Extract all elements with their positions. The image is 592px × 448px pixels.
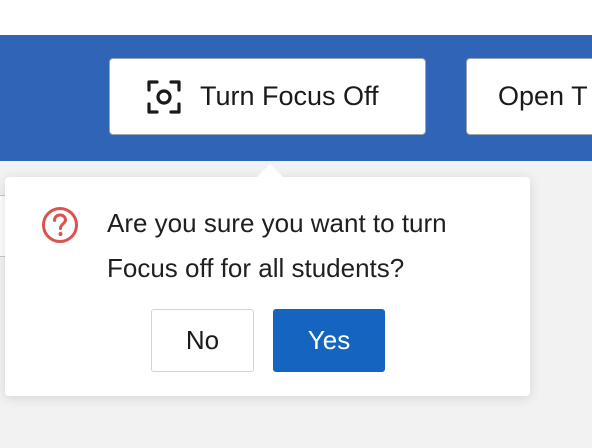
no-button[interactable]: No xyxy=(151,309,254,372)
popover-arrow xyxy=(256,164,284,178)
open-button-label: Open T xyxy=(498,81,588,111)
question-icon xyxy=(41,206,79,244)
confirm-popover: Are you sure you want to turn Focus off … xyxy=(5,164,530,396)
focus-icon xyxy=(146,79,182,115)
toolbar: Turn Focus Off Open T xyxy=(0,35,592,161)
turn-focus-off-button[interactable]: Turn Focus Off xyxy=(109,58,426,135)
yes-button-label: Yes xyxy=(307,325,351,355)
confirm-message: Are you sure you want to turn Focus off … xyxy=(107,208,447,283)
turn-focus-off-label: Turn Focus Off xyxy=(200,81,379,111)
no-button-label: No xyxy=(185,325,220,355)
top-bar xyxy=(0,0,592,35)
open-button[interactable]: Open T xyxy=(466,58,592,135)
page: Turn Focus Off Open T Are you sure you w… xyxy=(0,0,592,448)
yes-button[interactable]: Yes xyxy=(273,309,385,372)
